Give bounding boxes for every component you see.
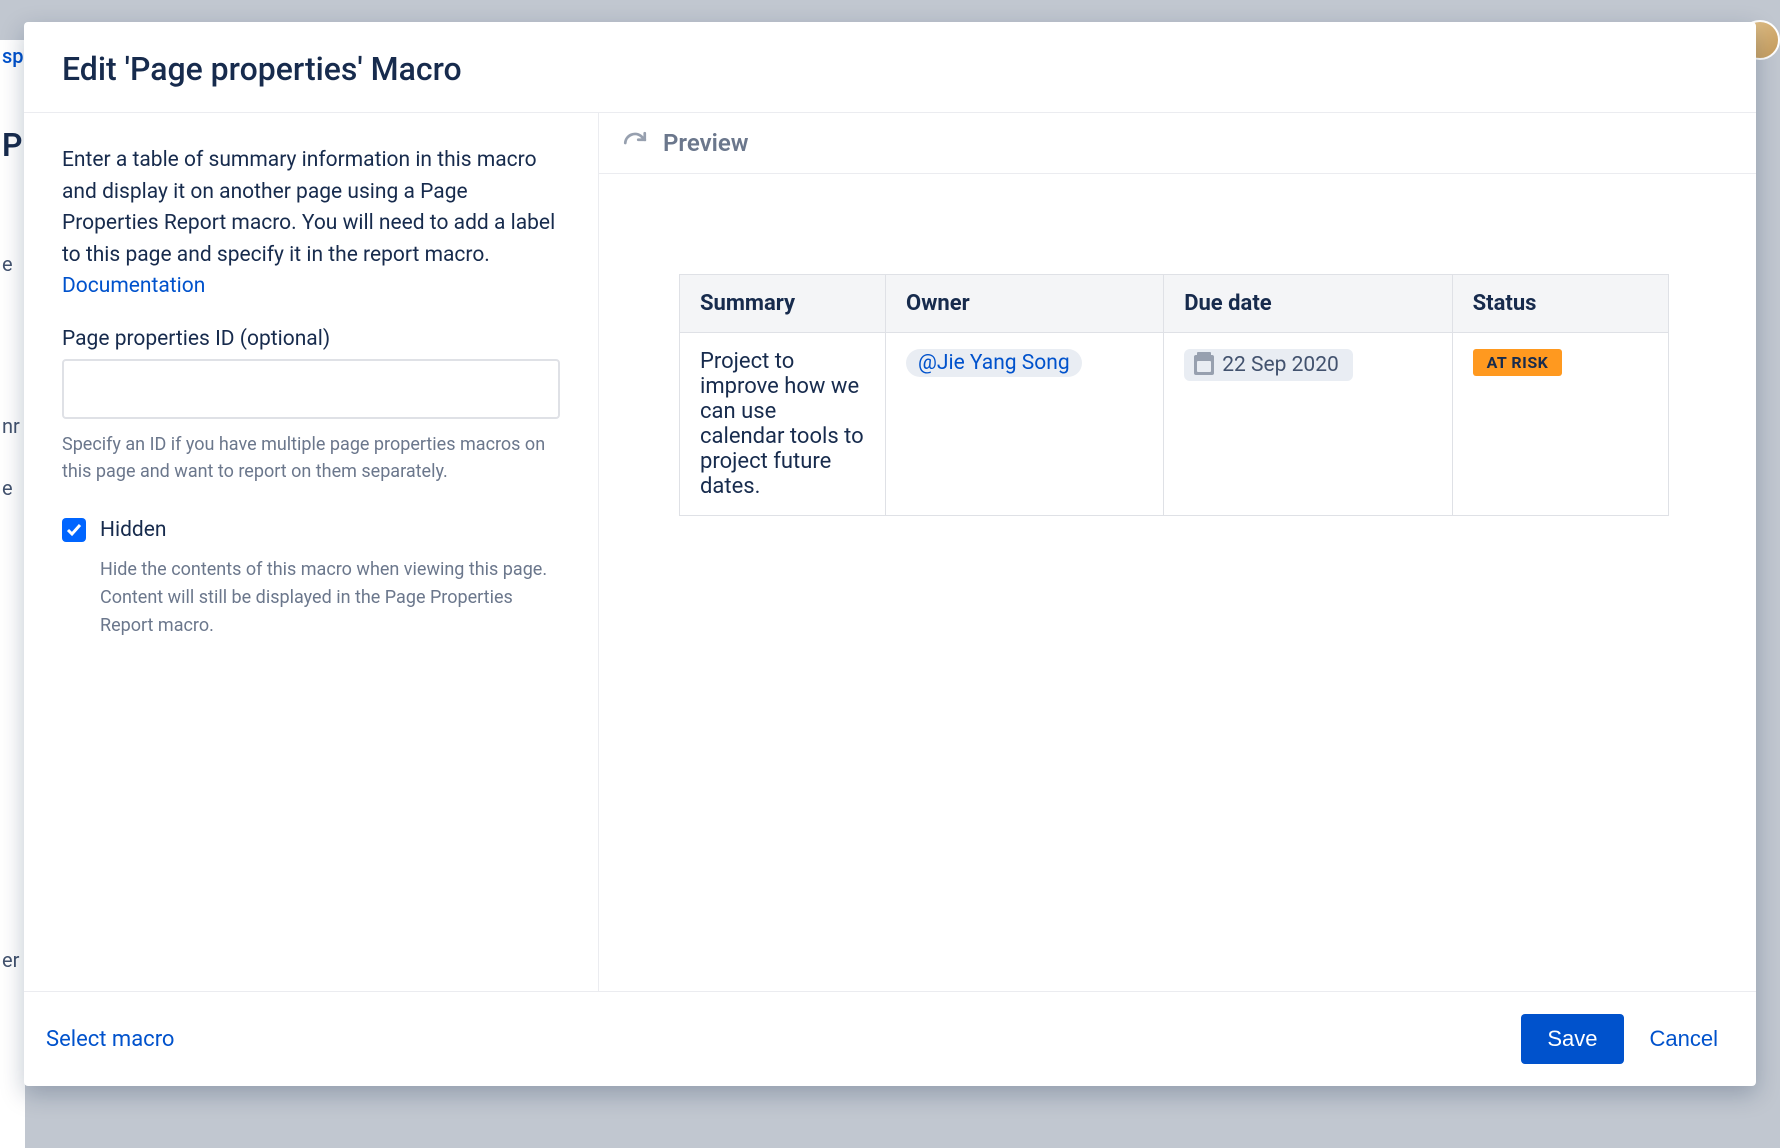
- dialog-title: Edit 'Page properties' Macro: [62, 50, 1718, 88]
- calendar-icon: [1194, 355, 1214, 375]
- macro-editor-dialog: Edit 'Page properties' Macro Enter a tab…: [24, 22, 1756, 1086]
- date-lozenge: 22 Sep 2020: [1184, 349, 1353, 381]
- documentation-link[interactable]: Documentation: [62, 274, 205, 298]
- col-summary: Summary: [680, 275, 886, 333]
- select-macro-link[interactable]: Select macro: [46, 1027, 174, 1052]
- hidden-checkbox-row: Hidden: [62, 518, 560, 542]
- table-row: Project to improve how we can use calend…: [680, 333, 1669, 516]
- user-mention[interactable]: @Jie Yang Song: [906, 349, 1082, 377]
- col-owner: Owner: [886, 275, 1164, 333]
- page-properties-id-input[interactable]: [62, 359, 560, 419]
- config-panel: Enter a table of summary information in …: [24, 113, 599, 991]
- dialog-footer: Select macro Save Cancel: [24, 991, 1756, 1086]
- macro-description: Enter a table of summary information in …: [62, 145, 560, 303]
- cell-owner: @Jie Yang Song: [886, 333, 1164, 516]
- hidden-help: Hide the contents of this macro when vie…: [100, 556, 560, 640]
- preview-body: Summary Owner Due date Status Project to…: [599, 174, 1756, 556]
- cancel-button[interactable]: Cancel: [1650, 1026, 1718, 1052]
- table-header-row: Summary Owner Due date Status: [680, 275, 1669, 333]
- preview-panel: Preview Summary Owner Due date Status: [599, 113, 1756, 991]
- cell-summary: Project to improve how we can use calend…: [680, 333, 886, 516]
- col-due-date: Due date: [1164, 275, 1452, 333]
- hidden-checkbox[interactable]: [62, 518, 86, 542]
- preview-title: Preview: [663, 129, 748, 157]
- refresh-icon[interactable]: [621, 129, 649, 157]
- page-properties-table: Summary Owner Due date Status Project to…: [679, 274, 1669, 516]
- save-button[interactable]: Save: [1521, 1014, 1623, 1064]
- dialog-body: Enter a table of summary information in …: [24, 113, 1756, 991]
- hidden-label: Hidden: [100, 518, 167, 542]
- background-page-fragment: sp P e nr e er: [0, 40, 25, 1148]
- cell-due-date: 22 Sep 2020: [1164, 333, 1452, 516]
- preview-header: Preview: [599, 113, 1756, 174]
- status-badge: AT RISK: [1473, 349, 1563, 376]
- page-properties-id-label: Page properties ID (optional): [62, 327, 560, 351]
- dialog-header: Edit 'Page properties' Macro: [24, 22, 1756, 113]
- page-properties-id-help: Specify an ID if you have multiple page …: [62, 431, 560, 487]
- cell-status: AT RISK: [1452, 333, 1668, 516]
- col-status: Status: [1452, 275, 1668, 333]
